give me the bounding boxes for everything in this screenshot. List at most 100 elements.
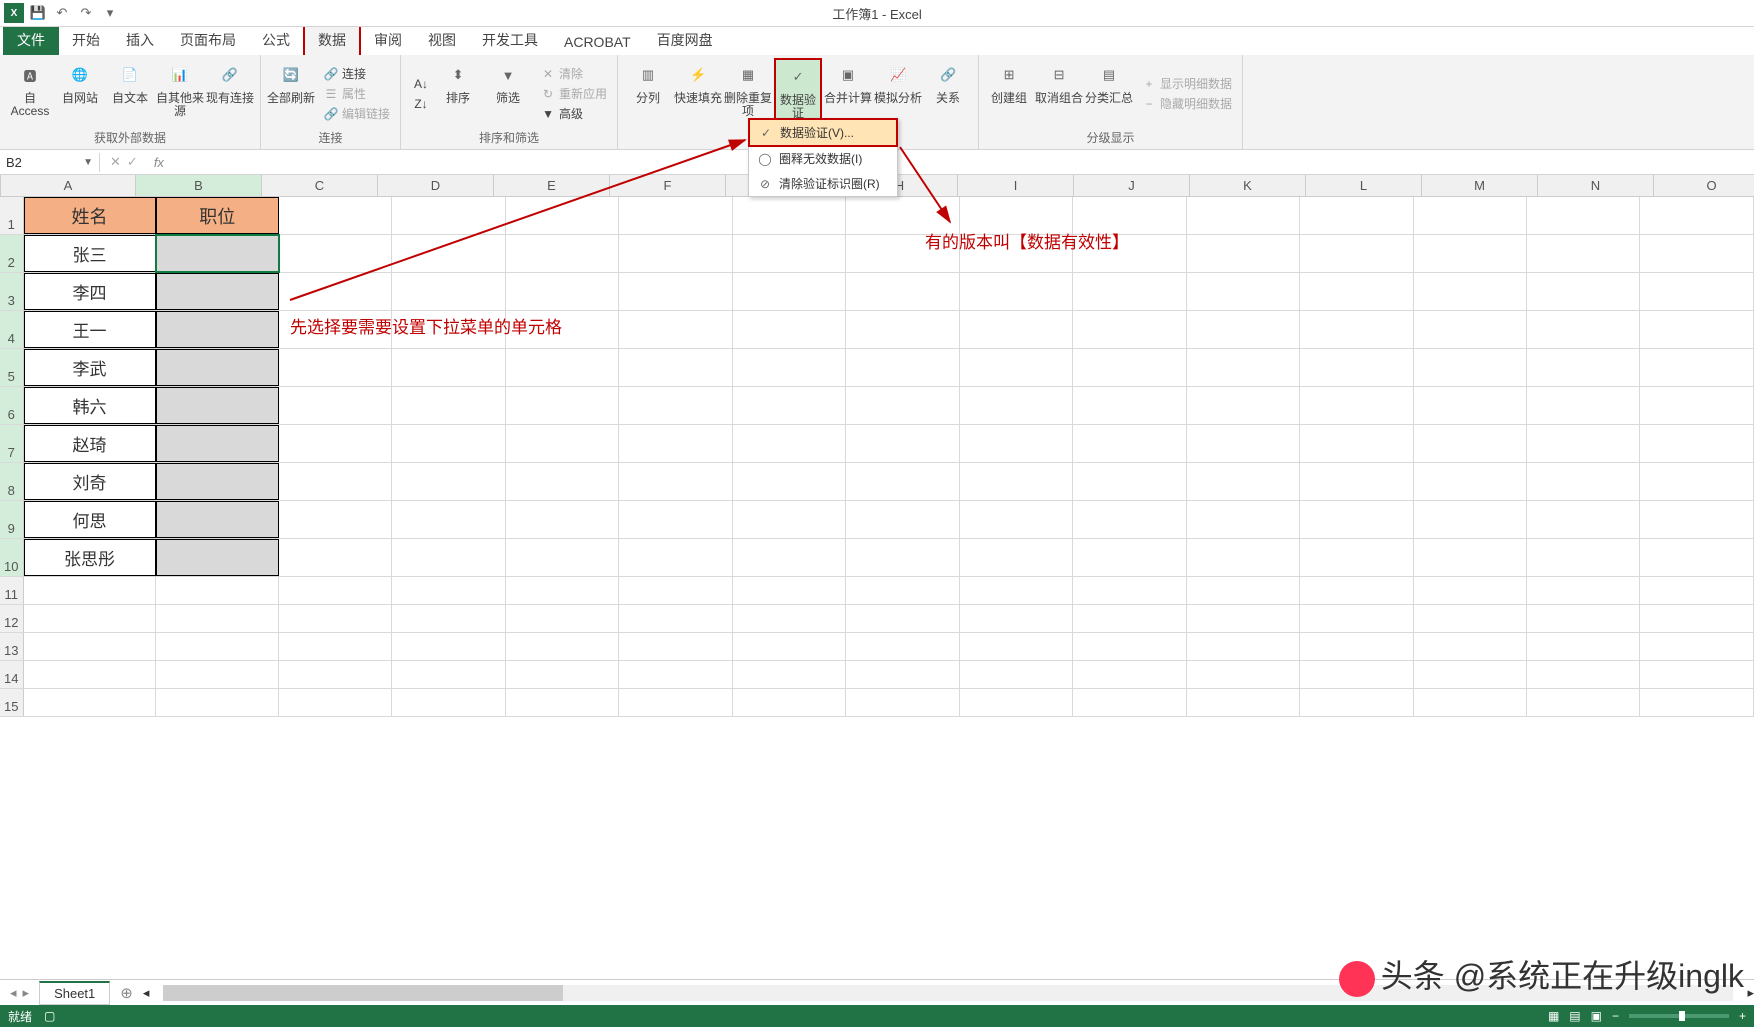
column-header-J[interactable]: J (1074, 175, 1190, 196)
existing-conn-button[interactable]: 🔗现有连接 (206, 58, 254, 129)
cell-H5[interactable] (846, 349, 959, 386)
cell-C3[interactable] (279, 273, 392, 310)
tab-home[interactable]: 开始 (59, 25, 113, 55)
cell-M11[interactable] (1414, 577, 1527, 604)
cell-K2[interactable] (1187, 235, 1300, 272)
cell-D10[interactable] (392, 539, 505, 576)
tab-insert[interactable]: 插入 (113, 25, 167, 55)
cell-O3[interactable] (1640, 273, 1753, 310)
cell-O2[interactable] (1640, 235, 1753, 272)
row-header-8[interactable]: 8 (0, 463, 24, 500)
cell-E4[interactable] (506, 311, 619, 348)
cell-B4[interactable] (156, 311, 279, 348)
ungroup-button[interactable]: ⊟取消组合 (1035, 58, 1083, 129)
cell-N12[interactable] (1527, 605, 1640, 632)
macro-record-icon[interactable]: ▢ (44, 1009, 55, 1023)
cell-N10[interactable] (1527, 539, 1640, 576)
cell-F11[interactable] (619, 577, 732, 604)
cell-A8[interactable]: 刘奇 (24, 463, 156, 500)
cell-F15[interactable] (619, 689, 732, 716)
text-to-columns-button[interactable]: ▥分列 (624, 58, 672, 132)
cell-G8[interactable] (733, 463, 846, 500)
cell-K8[interactable] (1187, 463, 1300, 500)
cell-D5[interactable] (392, 349, 505, 386)
tab-layout[interactable]: 页面布局 (167, 25, 249, 55)
filter-button[interactable]: ▼筛选 (484, 58, 532, 129)
cell-I5[interactable] (960, 349, 1073, 386)
cell-G15[interactable] (733, 689, 846, 716)
cell-A13[interactable] (24, 633, 156, 660)
cell-J14[interactable] (1073, 661, 1186, 688)
cell-F10[interactable] (619, 539, 732, 576)
cell-N4[interactable] (1527, 311, 1640, 348)
cell-M6[interactable] (1414, 387, 1527, 424)
cell-F8[interactable] (619, 463, 732, 500)
cell-G11[interactable] (733, 577, 846, 604)
cell-A14[interactable] (24, 661, 156, 688)
cell-H8[interactable] (846, 463, 959, 500)
cell-B14[interactable] (156, 661, 279, 688)
cell-F14[interactable] (619, 661, 732, 688)
cell-M7[interactable] (1414, 425, 1527, 462)
row-header-11[interactable]: 11 (0, 577, 24, 604)
cell-J13[interactable] (1073, 633, 1186, 660)
cell-C9[interactable] (279, 501, 392, 538)
cell-N15[interactable] (1527, 689, 1640, 716)
cell-I6[interactable] (960, 387, 1073, 424)
column-header-E[interactable]: E (494, 175, 610, 196)
cell-N6[interactable] (1527, 387, 1640, 424)
qat-dropdown-icon[interactable]: ▾ (100, 3, 120, 23)
cell-J3[interactable] (1073, 273, 1186, 310)
cell-L6[interactable] (1300, 387, 1413, 424)
scroll-left-icon[interactable]: ◂ (143, 985, 150, 1001)
cell-H2[interactable] (846, 235, 959, 272)
cell-A12[interactable] (24, 605, 156, 632)
cell-D1[interactable] (392, 197, 505, 234)
cell-H11[interactable] (846, 577, 959, 604)
cell-N2[interactable] (1527, 235, 1640, 272)
cell-O4[interactable] (1640, 311, 1753, 348)
cell-G9[interactable] (733, 501, 846, 538)
cell-M2[interactable] (1414, 235, 1527, 272)
cell-F9[interactable] (619, 501, 732, 538)
row-header-14[interactable]: 14 (0, 661, 24, 688)
cell-K4[interactable] (1187, 311, 1300, 348)
cell-N3[interactable] (1527, 273, 1640, 310)
cell-O5[interactable] (1640, 349, 1753, 386)
undo-icon[interactable]: ↶ (52, 3, 72, 23)
cell-H4[interactable] (846, 311, 959, 348)
row-header-1[interactable]: 1 (0, 197, 24, 234)
cell-L2[interactable] (1300, 235, 1413, 272)
cell-I2[interactable] (960, 235, 1073, 272)
scroll-thumb[interactable] (163, 985, 563, 1001)
column-header-B[interactable]: B (136, 175, 262, 196)
cell-M4[interactable] (1414, 311, 1527, 348)
tab-baidu[interactable]: 百度网盘 (644, 25, 726, 55)
cell-E7[interactable] (506, 425, 619, 462)
cell-N14[interactable] (1527, 661, 1640, 688)
cell-A10[interactable]: 张思彤 (24, 539, 156, 576)
connections-button[interactable]: 🔗连接 (320, 65, 394, 83)
cell-D7[interactable] (392, 425, 505, 462)
scroll-right-icon[interactable]: ▸ (1747, 985, 1754, 1001)
cancel-formula-icon[interactable]: ✕ (110, 154, 121, 170)
row-header-3[interactable]: 3 (0, 273, 24, 310)
cell-O7[interactable] (1640, 425, 1753, 462)
cell-A9[interactable]: 何思 (24, 501, 156, 538)
subtotal-button[interactable]: ▤分类汇总 (1085, 58, 1133, 129)
cell-B10[interactable] (156, 539, 279, 576)
view-layout-icon[interactable]: ▤ (1569, 1009, 1580, 1023)
cell-K1[interactable] (1187, 197, 1300, 234)
cell-C14[interactable] (279, 661, 392, 688)
cell-E8[interactable] (506, 463, 619, 500)
sheet-prev-icon[interactable]: ◂ (10, 985, 17, 1001)
cell-H10[interactable] (846, 539, 959, 576)
cell-J6[interactable] (1073, 387, 1186, 424)
cell-F4[interactable] (619, 311, 732, 348)
cell-N7[interactable] (1527, 425, 1640, 462)
cell-B8[interactable] (156, 463, 279, 500)
cell-I9[interactable] (960, 501, 1073, 538)
cell-L7[interactable] (1300, 425, 1413, 462)
cell-E1[interactable] (506, 197, 619, 234)
from-text-button[interactable]: 📄自文本 (106, 58, 154, 129)
